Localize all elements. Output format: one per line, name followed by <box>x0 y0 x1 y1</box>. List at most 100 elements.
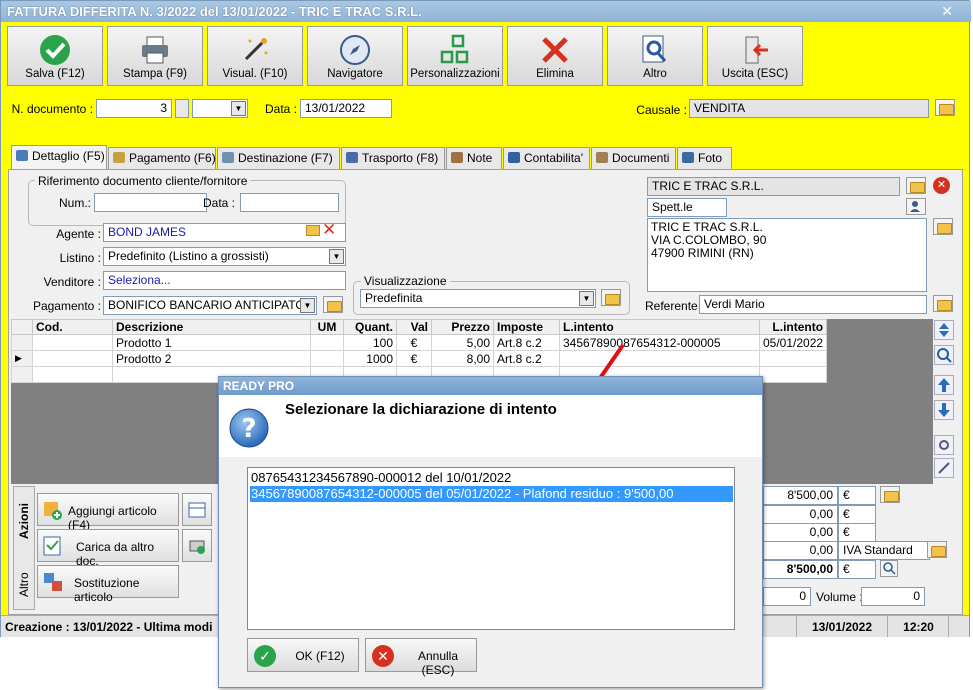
visualization-select[interactable]: Predefinita ▼ <box>360 289 596 308</box>
grid-options-button[interactable] <box>182 493 212 526</box>
exit-button-label: Uscita (ESC) <box>721 68 789 80</box>
replace-article-button[interactable]: Sostituzione articolo <box>37 565 179 604</box>
table-row[interactable]: ▶ Prodotto 2 1000 € 8,00 Art.8 c.2 <box>11 350 828 367</box>
replace-article-label: Sostituzione articolo <box>74 576 140 604</box>
column-header[interactable]: Val <box>396 319 432 335</box>
table-cell[interactable]: 1000 <box>343 350 397 367</box>
delete-button[interactable]: Elimina <box>507 26 603 86</box>
table-cell[interactable]: Prodotto 2 <box>112 350 311 367</box>
iva-folder-button[interactable] <box>927 541 947 558</box>
print-button[interactable]: Stampa (F9) <box>107 26 203 86</box>
tab-altro[interactable]: Altro <box>17 572 31 597</box>
seller-input[interactable]: Seleziona... <box>103 271 346 290</box>
save-button[interactable]: Salva (F12) <box>7 26 103 86</box>
tab-dettaglio-label: Dettaglio (F5) <box>32 149 105 163</box>
scroll-up-down-button[interactable] <box>934 320 954 340</box>
column-header[interactable]: UM <box>310 319 344 335</box>
table-cell[interactable]: Prodotto 1 <box>112 334 311 351</box>
totals-folder-button[interactable] <box>880 486 900 503</box>
move-down-button[interactable] <box>934 400 954 420</box>
doc-date-input[interactable]: 13/01/2022 <box>300 99 392 118</box>
doc-number-input[interactable]: 3 <box>96 99 172 118</box>
agent-folder-icon[interactable] <box>306 225 320 236</box>
tab-pagamento[interactable]: Pagamento (F6) <box>108 147 216 169</box>
salutation-input[interactable]: Spett.le <box>647 198 727 217</box>
preview-button[interactable]: Visual. (F10) <box>207 26 303 86</box>
agent-clear-icon[interactable]: ✕ <box>322 220 336 240</box>
client-address-box[interactable]: TRIC E TRAC S.R.L. VIA C.COLOMBO, 90 479… <box>647 218 927 292</box>
table-row[interactable]: Prodotto 1 100 € 5,00 Art.8 c.2 34567890… <box>11 334 828 351</box>
grid-search-button[interactable] <box>934 345 954 365</box>
table-cell[interactable] <box>310 334 344 351</box>
referente-folder-button[interactable] <box>933 295 953 312</box>
add-article-button[interactable]: Aggiungi articolo (F4) <box>37 493 179 532</box>
row-indicator[interactable] <box>11 334 33 351</box>
causale-folder-button[interactable] <box>935 99 955 116</box>
table-cell[interactable]: € <box>396 334 432 351</box>
exit-button[interactable]: Uscita (ESC) <box>707 26 803 86</box>
load-from-doc-button[interactable]: Carica da altro doc. <box>37 529 179 568</box>
customize-icon <box>440 34 469 64</box>
table-cell[interactable]: 05/01/2022 <box>758 334 828 351</box>
window-close-button[interactable]: ✕ <box>941 3 953 20</box>
cancel-button[interactable]: ✕ Annulla (ESC) <box>365 638 477 677</box>
column-header[interactable]: Imposte <box>493 319 560 335</box>
list-item-selected[interactable]: 34567890087654312-000005 del 05/01/2022 … <box>250 486 733 502</box>
column-header[interactable]: L.intento <box>758 319 828 335</box>
pricelist-select[interactable]: Predefinito (Listino a grossisti) ▼ <box>103 247 346 266</box>
client-contact-button[interactable] <box>906 198 926 215</box>
ref-date-input[interactable] <box>240 193 339 212</box>
payment-select[interactable]: BONIFICO BANCARIO ANTICIPATO ▼ <box>103 296 317 315</box>
visualization-folder-button[interactable] <box>601 289 621 306</box>
tab-note[interactable]: Note <box>446 147 502 169</box>
intent-list[interactable]: 08765431234567890-000012 del 10/01/2022 … <box>247 467 735 630</box>
current-row-indicator[interactable]: ▶ <box>11 350 33 367</box>
tab-destinazione[interactable]: Destinazione (F7) <box>217 147 340 169</box>
table-cell[interactable]: 5,00 <box>431 334 494 351</box>
table-cell[interactable] <box>32 350 113 367</box>
print-labels-button[interactable] <box>182 529 212 562</box>
tab-dettaglio[interactable]: Dettaglio (F5) <box>11 145 107 169</box>
customize-button[interactable]: Personalizzazioni <box>407 26 503 86</box>
doc-series-select[interactable]: ▼ <box>192 99 248 118</box>
table-cell[interactable] <box>758 366 828 383</box>
table-cell[interactable]: 100 <box>343 334 397 351</box>
table-cell[interactable]: 8,00 <box>431 350 494 367</box>
row-indicator[interactable] <box>11 366 33 383</box>
volume-input[interactable]: 0 <box>861 587 925 606</box>
client-name-input[interactable]: TRIC E TRAC S.R.L. <box>647 177 900 196</box>
list-item[interactable]: 08765431234567890-000012 del 10/01/2022 <box>250 470 733 486</box>
ref-num-input[interactable] <box>94 193 207 212</box>
address-folder-button[interactable] <box>933 218 953 235</box>
referente-input[interactable]: Verdi Mario <box>699 295 927 314</box>
tab-trasporto[interactable]: Trasporto (F8) <box>341 147 445 169</box>
payment-folder-button[interactable] <box>323 296 343 313</box>
client-clear-icon[interactable]: ✕ <box>933 177 950 194</box>
column-header[interactable]: Quant. <box>343 319 397 335</box>
column-header[interactable]: Descrizione <box>112 319 311 335</box>
tab-azioni[interactable]: Azioni <box>17 503 31 539</box>
total-zoom-button[interactable] <box>880 560 898 577</box>
tab-foto[interactable]: Foto <box>677 147 732 169</box>
causale-input[interactable]: VENDITA <box>689 99 929 118</box>
grid-tool2-button[interactable] <box>934 458 954 478</box>
ok-button[interactable]: ✓ OK (F12) <box>247 638 359 672</box>
column-header[interactable]: L.intento <box>559 319 760 335</box>
tab-documenti[interactable]: Documenti <box>591 147 676 169</box>
colli-input[interactable]: 0 <box>763 587 811 606</box>
table-cell[interactable] <box>32 366 113 383</box>
move-up-button[interactable] <box>934 375 954 395</box>
doc-number-spin[interactable] <box>175 99 189 118</box>
grid-tool-button[interactable] <box>934 435 954 455</box>
column-header[interactable]: Prezzo <box>431 319 494 335</box>
column-header[interactable]: Cod. <box>32 319 113 335</box>
table-cell[interactable] <box>32 334 113 351</box>
table-cell[interactable]: € <box>396 350 432 367</box>
table-cell[interactable] <box>758 350 828 367</box>
note-icon <box>451 152 463 163</box>
navigator-button[interactable]: Navigatore <box>307 26 403 86</box>
tab-contabilita[interactable]: Contabilita' <box>503 147 590 169</box>
table-cell[interactable] <box>310 350 344 367</box>
more-button[interactable]: Altro <box>607 26 703 86</box>
client-folder-button[interactable] <box>906 177 926 194</box>
